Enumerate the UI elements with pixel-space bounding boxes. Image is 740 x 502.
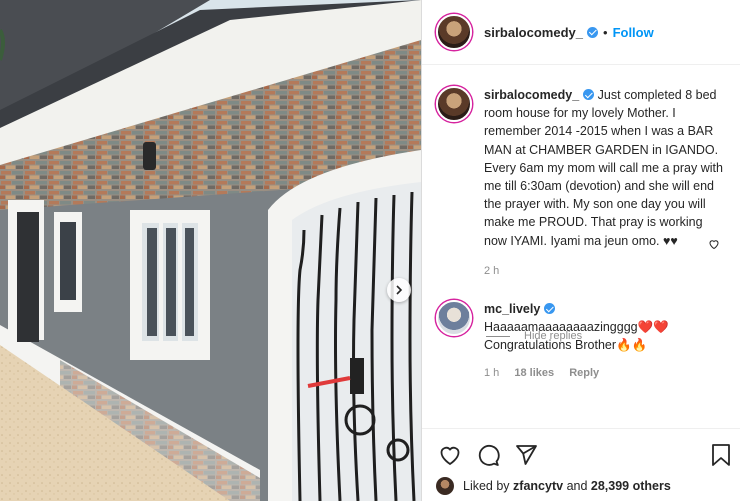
post-photo[interactable] — [0, 0, 421, 501]
caption-text: Just completed 8 bed room house for my l… — [484, 88, 723, 248]
liker-username[interactable]: zfancytv — [513, 479, 563, 493]
carousel-next-button[interactable] — [387, 278, 411, 302]
post-side-panel: sirbalocomedy_ • Follow sirbalocomedy_ J… — [421, 0, 740, 501]
chevron-right-icon — [396, 285, 403, 295]
caption-block: sirbalocomedy_ Just completed 8 bed room… — [484, 86, 724, 280]
caption-meta: 2 h — [484, 262, 724, 280]
share-icon[interactable] — [514, 443, 538, 467]
post-viewer: sirbalocomedy_ • Follow sirbalocomedy_ J… — [0, 0, 740, 501]
bookmark-icon[interactable] — [710, 443, 732, 467]
hide-replies-button[interactable]: Hide replies — [524, 330, 582, 342]
replies-line — [486, 335, 510, 337]
caption-row: sirbalocomedy_ Just completed 8 bed room… — [422, 86, 740, 280]
comment-likes[interactable]: 18 likes — [514, 367, 554, 379]
comment-icon[interactable] — [476, 443, 500, 467]
comment-time[interactable]: 1 h — [484, 367, 499, 379]
likes-count[interactable]: 28,399 others — [591, 479, 671, 493]
follow-button[interactable]: Follow — [613, 25, 654, 40]
likes-row: Liked by zfancytv and 28,399 others — [436, 477, 671, 495]
verified-badge-icon — [583, 89, 595, 100]
caption-username[interactable]: sirbalocomedy_ — [484, 88, 579, 102]
comment-meta: 1 h 18 likes Reply — [484, 364, 724, 382]
reply-button[interactable]: Reply — [569, 367, 599, 379]
post-header: sirbalocomedy_ • Follow — [422, 0, 740, 65]
action-bar: Liked by zfancytv and 28,399 others — [422, 428, 740, 502]
heart-emoji: ❤️❤️ — [637, 320, 669, 335]
comment-like-icon[interactable] — [708, 238, 720, 250]
caption-avatar[interactable] — [436, 86, 472, 122]
fire-emoji: 🔥🔥 — [616, 338, 648, 353]
commenter-avatar[interactable] — [436, 300, 472, 337]
verified-badge-icon — [544, 303, 556, 315]
likes-prefix: Liked by — [463, 479, 510, 493]
heart-icon[interactable] — [438, 443, 462, 467]
author-avatar[interactable] — [436, 14, 472, 50]
house-image — [0, 0, 421, 501]
separator-dot: • — [603, 24, 608, 40]
caption-time[interactable]: 2 h — [484, 265, 499, 277]
likes-middle: and — [566, 479, 588, 493]
hide-replies-row[interactable]: Hide replies — [486, 330, 582, 342]
author-username[interactable]: sirbalocomedy_ — [484, 25, 583, 40]
commenter-username[interactable]: mc_lively — [484, 302, 540, 316]
liker-avatar[interactable] — [436, 477, 454, 495]
verified-badge-icon — [587, 26, 598, 38]
